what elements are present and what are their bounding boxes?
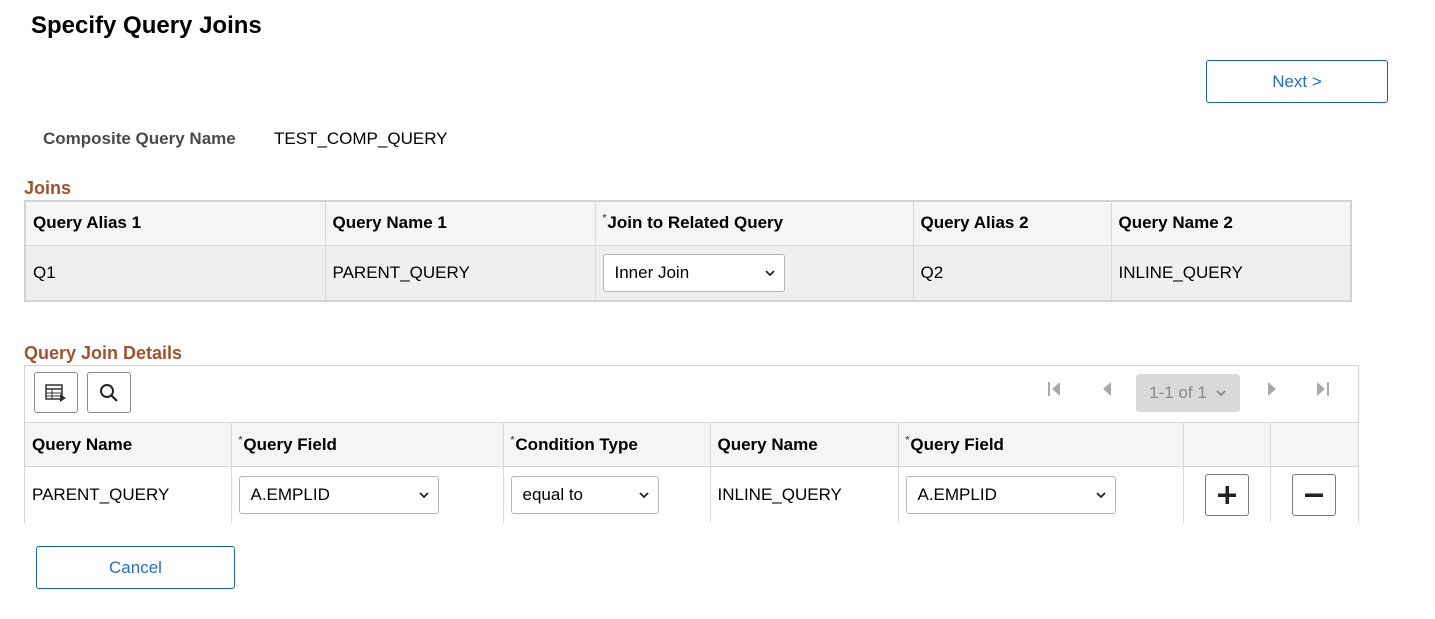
required-marker: * — [602, 213, 607, 225]
query-field-2-value: A.EMPLID — [917, 484, 997, 504]
col-query-name-2: Query Name 2 — [1111, 201, 1352, 246]
personalize-grid-button[interactable] — [34, 372, 78, 413]
col-delete — [1270, 422, 1358, 467]
query-field-value: A.EMPLID — [250, 484, 330, 504]
col-query-field: *Query Field — [231, 422, 504, 467]
col-query-name: Query Name — [25, 422, 232, 467]
condition-type-value: equal to — [522, 484, 584, 504]
query-field-2-select[interactable]: A.EMPLID — [905, 475, 1116, 514]
find-button[interactable] — [87, 372, 131, 413]
add-row-icon — [1217, 485, 1236, 504]
table-row: PARENT_QUERY A.EMPLID equal to INLINE_QU… — [25, 466, 1358, 523]
pager-text: 1-1 of 1 — [1149, 383, 1207, 402]
delete-row-button[interactable] — [1292, 473, 1337, 516]
col-query-name-2: Query Name — [710, 422, 899, 467]
cell-query-field: A.EMPLID — [231, 466, 504, 523]
query-join-details-table: Query Name *Query Field *Condition Type … — [25, 422, 1358, 523]
query-field-select[interactable]: A.EMPLID — [238, 475, 439, 514]
joins-section-title: Joins — [24, 178, 72, 198]
chevron-down-icon — [638, 492, 649, 499]
cell-condition-type: equal to — [503, 466, 711, 523]
col-query-field-2-label: Query Field — [910, 434, 1004, 454]
col-query-field-2: *Query Field — [898, 422, 1184, 467]
cancel-button[interactable]: Cancel — [36, 546, 235, 589]
cell-join-type: Inner Join — [595, 245, 914, 301]
composite-query-label: Composite Query Name — [43, 129, 236, 148]
composite-query-value: TEST_COMP_QUERY — [274, 129, 448, 148]
col-add — [1183, 422, 1271, 467]
cell-query-field-2: A.EMPLID — [898, 466, 1184, 523]
cell-query-alias-1: Q1 — [25, 245, 326, 301]
delete-row-icon — [1305, 493, 1324, 497]
col-condition-type-label: Condition Type — [515, 434, 638, 454]
cell-query-name-1: PARENT_QUERY — [325, 245, 596, 301]
previous-page-icon[interactable] — [1098, 380, 1116, 398]
condition-type-select[interactable]: equal to — [510, 475, 659, 514]
grid-toolbar: 1-1 of 1 — [25, 366, 1358, 422]
table-row: Q1 PARENT_QUERY Inner Join Q2 INLINE_QUE… — [25, 245, 1352, 301]
col-query-field-label: Query Field — [243, 434, 337, 454]
col-join-to-related-query: *Join to Related Query — [595, 201, 914, 246]
cell-query-alias-2: Q2 — [913, 245, 1112, 301]
page-title: Specify Query Joins — [31, 12, 262, 39]
last-page-icon[interactable] — [1313, 380, 1331, 398]
cell-query-name-2: INLINE_QUERY — [1111, 245, 1352, 301]
add-row-button[interactable] — [1204, 473, 1249, 516]
cell-query-name: PARENT_QUERY — [25, 466, 232, 523]
chevron-down-icon — [1216, 390, 1226, 397]
col-condition-type: *Condition Type — [503, 422, 711, 467]
join-type-select[interactable]: Inner Join — [602, 253, 785, 292]
search-icon — [100, 383, 118, 402]
query-join-details-grid: 1-1 of 1 Query Name *Query Field *Condit… — [24, 365, 1359, 523]
query-join-details-title: Query Join Details — [24, 343, 183, 363]
cell-add — [1183, 466, 1271, 523]
col-query-alias-1: Query Alias 1 — [25, 201, 326, 246]
required-marker: * — [510, 434, 515, 446]
chevron-down-icon — [764, 270, 775, 277]
cell-delete — [1270, 466, 1358, 523]
col-join-label: Join to Related Query — [607, 213, 784, 233]
chevron-down-icon — [418, 492, 429, 499]
grid-personalize-icon — [45, 383, 66, 402]
join-type-value: Inner Join — [614, 262, 690, 282]
next-page-icon[interactable] — [1263, 380, 1281, 398]
pager-select[interactable]: 1-1 of 1 — [1136, 374, 1240, 412]
col-query-alias-2: Query Alias 2 — [913, 201, 1112, 246]
required-marker: * — [905, 434, 910, 446]
chevron-down-icon — [1095, 492, 1106, 499]
cell-query-name-2: INLINE_QUERY — [710, 466, 899, 523]
composite-query-row: Composite Query Name TEST_COMP_QUERY — [43, 129, 448, 149]
first-page-icon[interactable] — [1046, 380, 1064, 398]
next-button[interactable]: Next > — [1206, 60, 1388, 103]
col-query-name-1: Query Name 1 — [325, 201, 596, 246]
joins-table: Query Alias 1 Query Name 1 *Join to Rela… — [24, 200, 1352, 302]
required-marker: * — [238, 434, 243, 446]
